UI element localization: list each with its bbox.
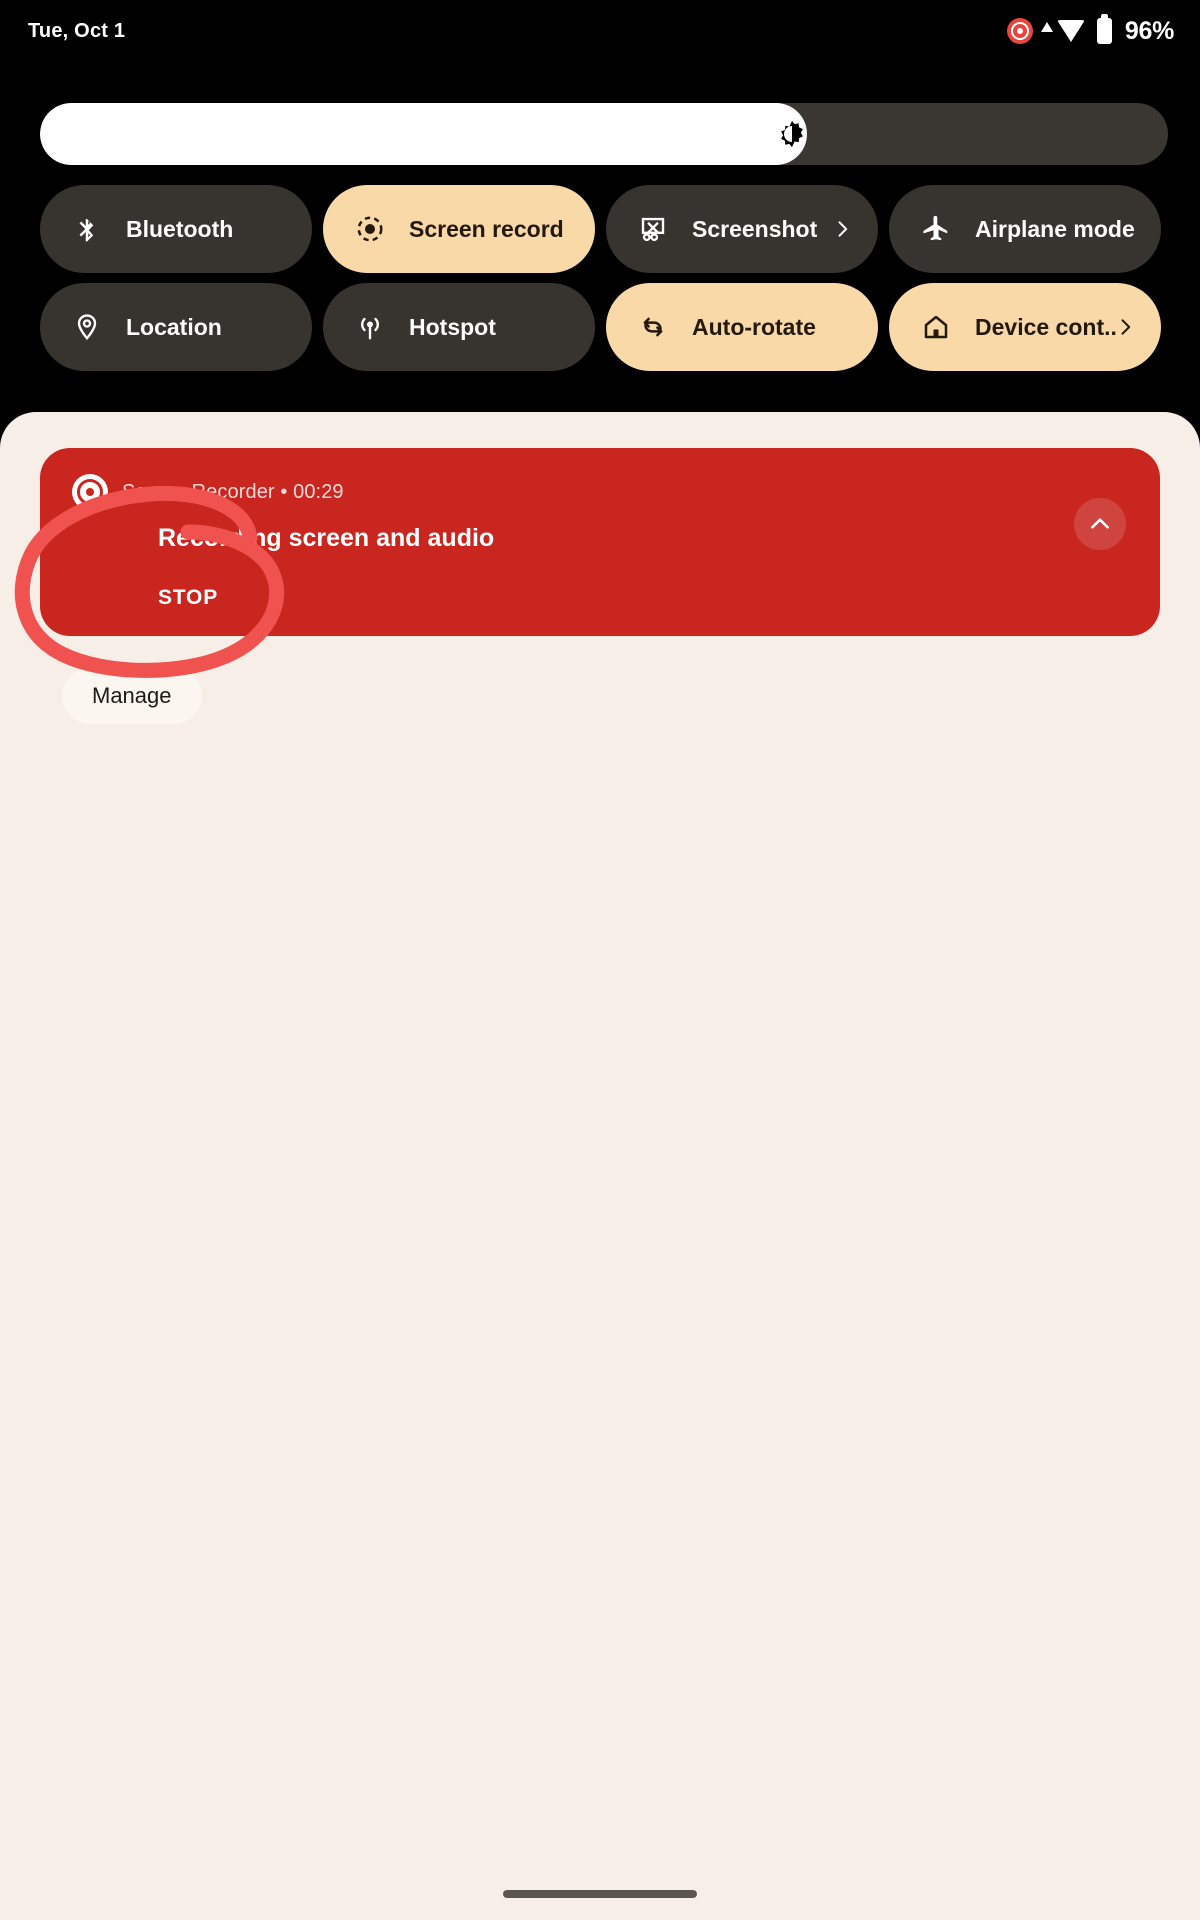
home-gesture-bar[interactable] — [503, 1890, 697, 1898]
brightness-slider[interactable] — [40, 103, 1168, 165]
tile-location[interactable]: Location — [40, 283, 312, 371]
battery-percentage: 96% — [1124, 16, 1174, 45]
status-bar: Tue, Oct 1 96% — [0, 0, 1200, 62]
cellular-signal-icon — [1040, 22, 1053, 32]
screen-recorder-icon — [72, 474, 108, 510]
battery-icon — [1096, 14, 1112, 44]
tile-airplane-mode[interactable]: Airplane mode — [889, 185, 1161, 273]
notification-collapse-button[interactable] — [1074, 498, 1126, 550]
manage-label: Manage — [92, 683, 172, 708]
brightness-slider-track[interactable] — [40, 103, 1168, 165]
tile-bluetooth[interactable]: Bluetooth — [40, 185, 312, 273]
status-clock: Tue, Oct 1 — [28, 19, 126, 42]
tile-hotspot[interactable]: Hotspot — [323, 283, 595, 371]
tile-label: Device cont.. — [975, 313, 1117, 340]
bluetooth-icon — [70, 212, 104, 246]
quick-settings-tiles: Bluetooth Screen record Screenshot Airpl… — [40, 185, 1161, 371]
tile-label: Screenshot — [692, 215, 818, 242]
tile-label: Location — [126, 313, 222, 340]
screenshot-icon — [636, 212, 670, 246]
screen-record-icon — [353, 212, 387, 246]
device-controls-icon — [919, 310, 953, 344]
tile-label: Auto-rotate — [692, 313, 816, 340]
tile-label: Airplane mode — [975, 215, 1135, 242]
tile-screenshot[interactable]: Screenshot — [606, 185, 878, 273]
tile-device-controls[interactable]: Device cont.. — [889, 283, 1161, 371]
brightness-slider-fill — [40, 103, 808, 165]
notification-stop-button[interactable]: STOP — [158, 586, 218, 610]
location-pin-icon — [70, 310, 104, 344]
notification-shade — [0, 412, 1200, 1920]
tile-label: Bluetooth — [126, 215, 234, 242]
hotspot-icon — [353, 310, 387, 344]
manage-button[interactable]: Manage — [62, 668, 202, 724]
airplane-icon — [919, 212, 953, 246]
chevron-up-icon — [1091, 518, 1109, 529]
chevron-right-icon[interactable] — [1115, 317, 1135, 337]
brightness-icon — [781, 120, 803, 148]
tile-auto-rotate[interactable]: Auto-rotate — [606, 283, 878, 371]
wifi-icon — [1056, 20, 1085, 42]
quick-settings-panel: Tue, Oct 1 96% Bluetooth Screen record S… — [0, 0, 1200, 420]
notification-title: Recording screen and audio — [158, 524, 495, 552]
auto-rotate-icon — [636, 310, 670, 344]
tile-screen-record[interactable]: Screen record — [323, 185, 595, 273]
tile-label: Hotspot — [409, 313, 496, 340]
notification-card-screen-recorder[interactable]: Screen Recorder • 00:29 Recording screen… — [40, 448, 1160, 636]
tile-label: Screen record — [409, 215, 564, 242]
screen-recording-icon — [1006, 18, 1033, 44]
chevron-right-icon[interactable] — [832, 219, 852, 239]
notification-header: Screen Recorder • 00:29 — [72, 474, 344, 510]
notification-source: Screen Recorder • 00:29 — [122, 480, 344, 503]
status-icons: 96% — [1006, 14, 1174, 46]
